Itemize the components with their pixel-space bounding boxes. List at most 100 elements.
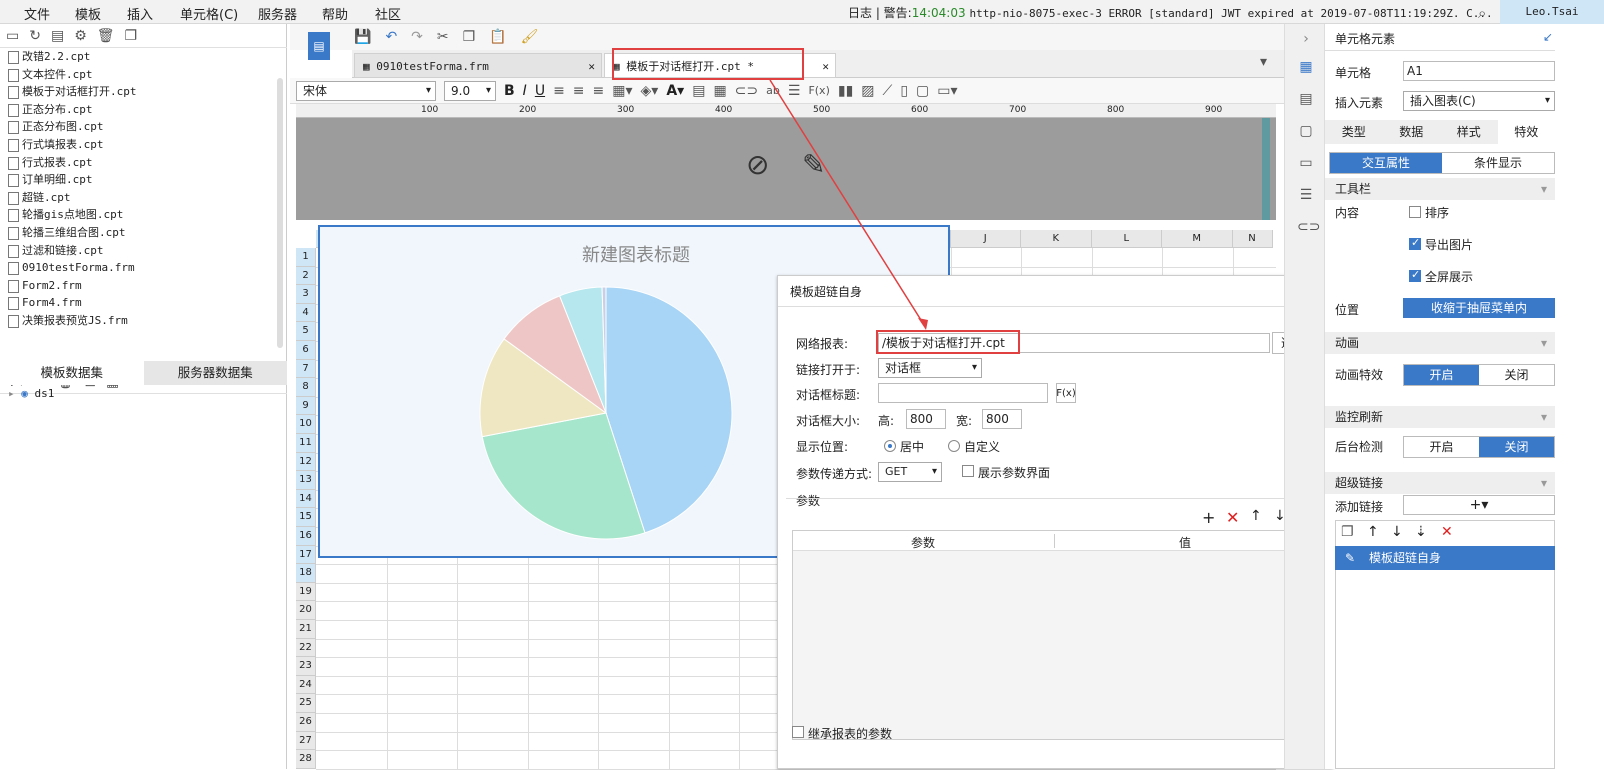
search-icon[interactable]: ⌕ <box>1478 4 1486 22</box>
tab-server-dataset[interactable]: 服务器数据集 <box>143 361 287 385</box>
header-scrollbar[interactable] <box>1262 118 1270 220</box>
row-header[interactable]: 20 <box>296 601 316 620</box>
dataset-item[interactable]: ▸ ◉ ds1 <box>8 387 54 400</box>
section-toolbar[interactable]: 工具栏 <box>1325 178 1555 200</box>
row-header[interactable]: 24 <box>296 675 316 695</box>
table-icon[interactable]: ▦ <box>713 83 726 99</box>
float-element-icon[interactable]: ▢ <box>1297 122 1315 140</box>
row-header[interactable]: 2 <box>296 266 316 286</box>
tab-0910testforma[interactable]: ▦ 0910testForma.frm ✕ <box>354 53 602 78</box>
tree-item[interactable]: 文本控件.cpt <box>0 66 287 84</box>
animation-on[interactable]: 开启 <box>1404 365 1479 385</box>
row-header[interactable]: 12 <box>296 452 316 472</box>
bg-check-off[interactable]: 关闭 <box>1479 437 1554 457</box>
align-left-icon[interactable]: ≡ <box>553 83 565 99</box>
row-header[interactable]: 25 <box>296 694 316 713</box>
cell-attr-icon[interactable]: ▤ <box>1297 90 1315 108</box>
hyperlink-icon[interactable]: ⊂⊃ <box>735 83 758 99</box>
tab-menu-icon[interactable]: ▾ <box>1260 54 1267 70</box>
row-header[interactable]: 11 <box>296 434 316 453</box>
link-item-selected[interactable]: ✎ 模板超链自身 <box>1335 546 1555 570</box>
row-header[interactable]: 7 <box>296 359 316 379</box>
tree-item[interactable]: 轮播三维组合图.cpt <box>0 224 287 242</box>
add-icon[interactable]: + <box>1202 508 1215 527</box>
image-icon[interactable]: ▨ <box>861 83 874 99</box>
shrink-arrow-icon[interactable]: ↙ <box>1543 30 1553 44</box>
tree-item[interactable]: 超链.cpt <box>0 189 287 207</box>
row-header[interactable]: 21 <box>296 620 316 639</box>
menu-community[interactable]: 社区 <box>375 4 401 23</box>
tree-item[interactable]: 模板于对话框打开.cpt <box>0 83 287 101</box>
slash-icon[interactable]: ⟋ <box>883 83 893 99</box>
row-header[interactable]: 5 <box>296 322 316 341</box>
format-painter-icon[interactable]: 🖌 <box>521 28 539 46</box>
row-header[interactable]: 9 <box>296 396 316 416</box>
page-header-area[interactable]: ⊘ ✎ <box>296 118 1276 220</box>
arrow-up-icon[interactable]: ↑ <box>1367 524 1379 540</box>
tree-item[interactable]: 决策报表预览JS.frm <box>0 312 287 330</box>
cell-field[interactable]: A1 <box>1403 61 1555 81</box>
tree-item[interactable]: 行式填报表.cpt <box>0 136 287 154</box>
more-icon[interactable]: ▭▾ <box>937 83 957 99</box>
row-header[interactable]: 1 <box>296 248 316 267</box>
param-mode-select[interactable]: GET <box>878 462 942 482</box>
delete-x-icon[interactable]: ✕ <box>1441 524 1453 540</box>
show-param-checkbox[interactable] <box>962 465 974 477</box>
bg-check-on[interactable]: 开启 <box>1404 437 1479 457</box>
tree-item[interactable]: Form2.frm <box>0 277 287 295</box>
row-header[interactable]: 10 <box>296 415 316 434</box>
settings-icon[interactable]: ⚙ <box>74 28 87 44</box>
chart-icon[interactable]: ▮▮ <box>838 83 853 99</box>
row-header[interactable]: 8 <box>296 378 316 397</box>
tree-item[interactable]: 0910testForma.frm <box>0 259 287 277</box>
menu-file[interactable]: 文件 <box>24 4 50 23</box>
section-hyperlink[interactable]: 超级链接 <box>1325 472 1555 494</box>
section-animation[interactable]: 动画 <box>1325 332 1555 354</box>
cell-element-icon[interactable]: ▦ <box>1297 58 1315 76</box>
frame-icon[interactable]: ▢ <box>916 83 929 99</box>
inherit-param-checkbox[interactable] <box>792 726 804 738</box>
copy-icon[interactable]: ❐ <box>463 28 476 46</box>
sort-icon[interactable]: ⇣ <box>1415 524 1427 540</box>
border-icon[interactable]: ▦▾ <box>612 83 632 99</box>
menu-cell[interactable]: 单元格(C) <box>180 4 238 23</box>
merge-icon[interactable]: ▤ <box>692 83 705 99</box>
tab-effects[interactable]: 特效 <box>1497 120 1555 144</box>
tree-item[interactable]: 订单明细.cpt <box>0 171 287 189</box>
row-header[interactable]: 19 <box>296 582 316 602</box>
column-header[interactable]: L <box>1091 230 1162 248</box>
menu-insert[interactable]: 插入 <box>127 4 153 23</box>
subtab-interaction[interactable]: 交互属性 <box>1330 153 1442 173</box>
tree-scrollbar[interactable] <box>277 78 283 348</box>
tree-item[interactable]: 改错2.2.cpt <box>0 48 287 66</box>
copy-icon[interactable]: ❐ <box>125 28 138 44</box>
widget-icon[interactable]: ▭ <box>1297 154 1315 172</box>
position-custom-radio[interactable] <box>948 440 960 452</box>
row-header[interactable]: 14 <box>296 489 316 509</box>
list-icon[interactable]: ☰ <box>788 83 801 99</box>
save-icon[interactable]: 💾 <box>354 28 371 46</box>
arrow-up-icon[interactable]: ↑ <box>1250 508 1262 524</box>
animation-off[interactable]: 关闭 <box>1479 365 1554 385</box>
text-icon[interactable]: ab <box>766 84 780 97</box>
row-header[interactable]: 16 <box>296 527 316 546</box>
column-header[interactable]: J <box>950 230 1021 248</box>
new-folder-icon[interactable]: ▭ <box>6 28 19 44</box>
file-icon[interactable]: ▤ <box>51 28 64 44</box>
fill-color-icon[interactable]: ◈▾ <box>641 83 659 99</box>
copy-icon[interactable]: ❐ <box>1341 524 1354 540</box>
width-field[interactable]: 800 <box>982 409 1022 429</box>
row-header[interactable]: 22 <box>296 638 316 658</box>
align-center-icon[interactable]: ≡ <box>573 83 585 99</box>
refresh-icon[interactable]: ↻ <box>29 28 41 44</box>
menu-template[interactable]: 模板 <box>75 4 101 23</box>
tree-item[interactable]: 过滤和链接.cpt <box>0 242 287 260</box>
delete-x-icon[interactable]: ✕ <box>1226 508 1239 527</box>
row-header[interactable]: 18 <box>296 564 316 583</box>
row-header[interactable]: 27 <box>296 731 316 751</box>
font-size-select[interactable]: 9.0 <box>444 80 496 101</box>
font-select[interactable]: 宋体 <box>296 80 436 101</box>
dialog-title-field[interactable] <box>878 383 1048 403</box>
collapse-arrow-icon[interactable]: › <box>1297 30 1315 48</box>
underline-icon[interactable]: U <box>535 83 545 99</box>
